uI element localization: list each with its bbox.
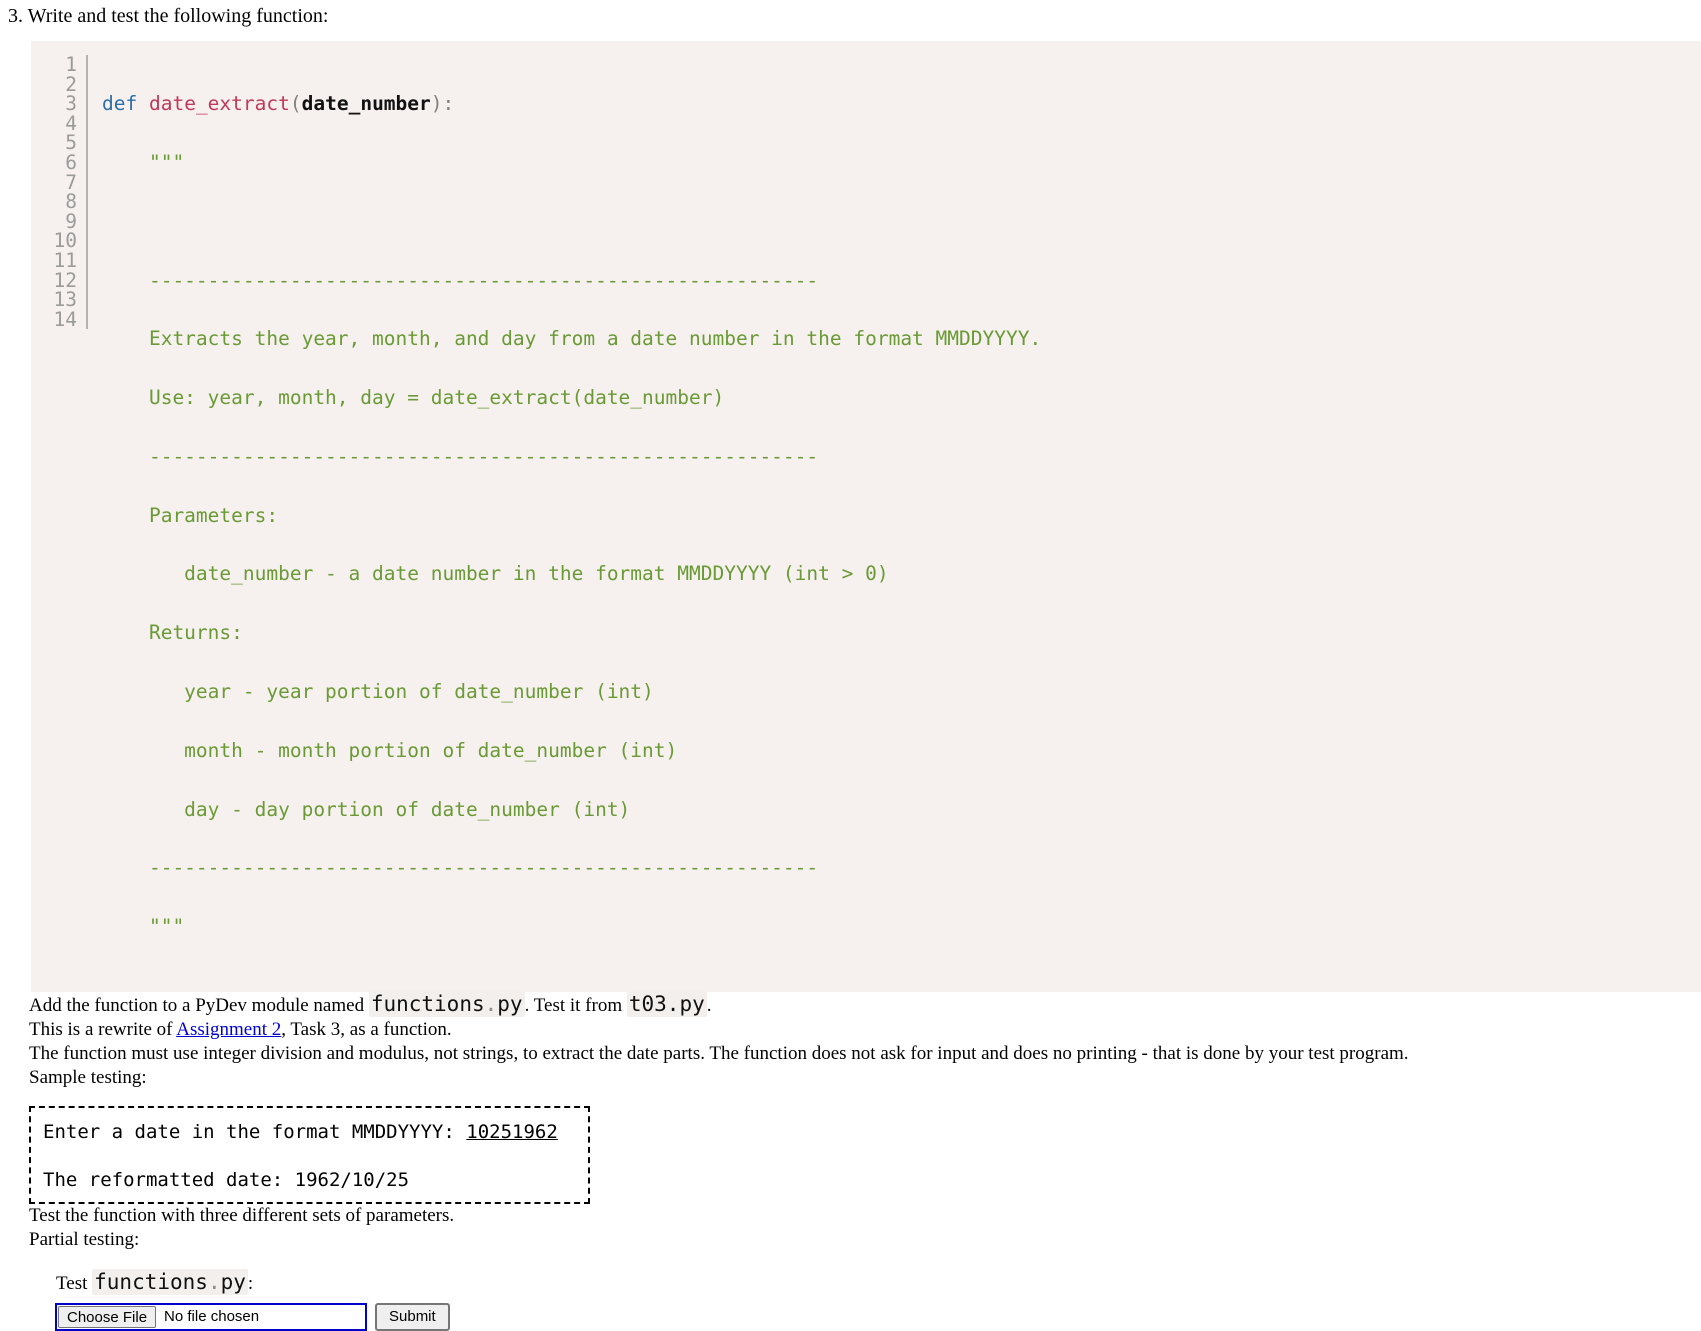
file-input[interactable]: Choose File No file chosen (55, 1302, 367, 1331)
line-number: 1 (65, 53, 77, 76)
user-input-value: 10251962 (466, 1120, 558, 1143)
parameter-name: date_number (301, 92, 431, 116)
line-number: 8 (65, 190, 77, 214)
submit-button[interactable]: Submit (375, 1302, 450, 1331)
upload-file-dot: . (207, 1269, 221, 1294)
line-number: 14 (53, 307, 77, 331)
rewrite-suffix-text: , Task 3, as a function. (281, 1018, 452, 1040)
code-line-12: month - month portion of date_number (in… (102, 738, 678, 762)
test-label-suffix: : (247, 1272, 254, 1294)
line-number-gutter: 1 2 3 4 5 6 7 8 9 10 11 12 13 14 (31, 53, 88, 331)
upload-file-ext: py (220, 1269, 246, 1294)
requirements-paragraph: The function must use integer division a… (29, 1042, 1409, 1064)
partial-testing-label: Partial testing: (29, 1228, 140, 1250)
code-text: def date_extract(date_number): """ -----… (88, 55, 1701, 976)
add-function-paragraph: Add the function to a PyDev module named… (0, 990, 1701, 1018)
module-filename-code: functions.py (368, 990, 525, 1017)
task-number: 3. (8, 5, 23, 27)
module-dot: . (484, 991, 498, 1016)
upload-form-controls: Choose File No file chosen Submit (0, 1302, 1701, 1331)
three-sets-paragraph: Test the function with three different s… (29, 1204, 455, 1226)
sample-output-result-line: The reformatted date: 1962/10/25 (43, 1168, 410, 1191)
code-line-11: year - year portion of date_number (int) (102, 680, 654, 703)
close-paren: ) (430, 92, 443, 116)
code-line-2: """ (102, 150, 185, 174)
add-suffix-text: . (706, 994, 712, 1016)
prompt-text: Enter a date in the format MMDDYYYY: (43, 1120, 467, 1143)
colon: : (442, 92, 455, 116)
code-line-7: ----------------------------------------… (102, 444, 819, 468)
module-name: functions (370, 991, 485, 1016)
page-title: 3. Write and test the following function… (0, 0, 1701, 28)
upload-file-name: functions (94, 1269, 208, 1294)
choose-file-button[interactable]: Choose File (58, 1305, 157, 1328)
code-line-4: ----------------------------------------… (102, 268, 819, 292)
line-number: 3 (65, 92, 77, 116)
line-number: 13 (53, 288, 77, 312)
upload-filename-code: functions.py (92, 1268, 248, 1295)
open-paren: ( (289, 92, 302, 116)
code-line-9: date_number - a date number in the forma… (102, 562, 889, 586)
rewrite-prefix-text: This is a rewrite of (29, 1018, 177, 1040)
module-ext: py (497, 991, 523, 1016)
rewrite-paragraph: This is a rewrite of Assignment 2, Task … (0, 1018, 1701, 1042)
code-line-10: Returns: (102, 621, 243, 645)
add-middle-text: . Test it from (524, 994, 627, 1016)
sample-output-blank-line (43, 1144, 588, 1168)
function-name: date_extract (148, 92, 290, 116)
line-number: 6 (65, 150, 77, 174)
file-status-text: No file chosen (164, 1308, 260, 1326)
code-line-14: ----------------------------------------… (102, 856, 819, 880)
code-line-13: day - day portion of date_number (int) (102, 797, 631, 821)
sample-testing-label: Sample testing: (29, 1066, 147, 1088)
code-line-15: """ (102, 915, 185, 939)
task-heading-text: Write and test the following function: (27, 5, 329, 27)
code-line-5: Extracts the year, month, and day from a… (102, 327, 1042, 351)
upload-form-label: Test functions.py: (0, 1268, 1701, 1296)
assignment-task-page: 3. Write and test the following function… (0, 0, 1701, 1331)
code-block: 1 2 3 4 5 6 7 8 9 10 11 12 13 14 def dat… (31, 41, 1701, 992)
keyword-def: def (102, 92, 138, 116)
test-filename-code: t03.py (626, 990, 707, 1017)
add-prefix-text: Add the function to a PyDev module named (29, 994, 369, 1016)
code-line-8: Parameters: (102, 503, 279, 527)
test-label-prefix: Test (56, 1272, 93, 1294)
line-number: 11 (53, 248, 77, 272)
line-number: 10 (53, 229, 77, 253)
sample-output-box: Enter a date in the format MMDDYYYY: 102… (29, 1105, 590, 1204)
code-line-6: Use: year, month, day = date_extract(dat… (102, 386, 725, 410)
code-line-1: def date_extract(date_number): (102, 94, 1701, 114)
assignment-2-link[interactable]: Assignment 2 (176, 1019, 281, 1040)
sample-output-prompt-line: Enter a date in the format MMDDYYYY: 102… (43, 1120, 588, 1144)
